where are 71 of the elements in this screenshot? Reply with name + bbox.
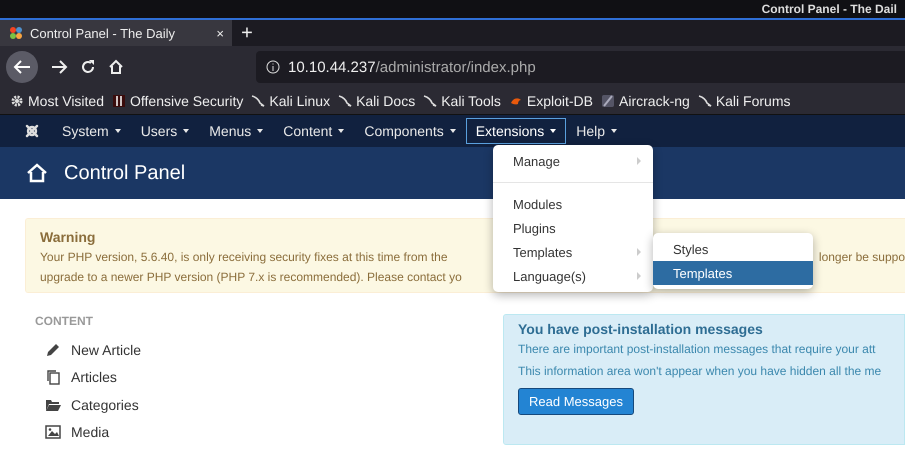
home-icon[interactable] <box>108 59 124 75</box>
dragon-icon <box>338 94 352 108</box>
submenu-arrow-icon <box>637 157 641 165</box>
bookmark-link[interactable]: Exploit-DB <box>508 93 594 109</box>
tab-title: Control Panel - The Daily <box>30 26 175 40</box>
bookmark-link[interactable]: Aircrack-ng <box>601 93 690 109</box>
menu-item[interactable]: Language(s) <box>493 264 653 288</box>
content-link[interactable]: Media <box>35 418 503 446</box>
warning-text: longer be suppo <box>818 249 905 266</box>
menu-item[interactable]: System <box>52 118 131 144</box>
caret-icon <box>338 129 344 133</box>
browser-tab[interactable]: Control Panel - The Daily × <box>0 20 232 46</box>
caret-icon <box>611 129 617 133</box>
joomla-logo-icon <box>8 25 24 41</box>
joomla-logo-icon <box>24 123 40 139</box>
bookmark-link[interactable]: Kali Forums <box>698 93 790 109</box>
image-icon <box>44 424 60 440</box>
close-icon[interactable]: × <box>216 26 224 40</box>
menu-item[interactable]: Menus <box>199 118 274 144</box>
menu-item[interactable]: Templates <box>493 240 653 264</box>
messages-text: This information area won't appear when you have hidden all the me <box>518 364 882 378</box>
menu-item[interactable]: Extensions <box>466 118 566 144</box>
menu-item[interactable]: Modules <box>493 192 653 216</box>
back-icon[interactable] <box>6 51 38 83</box>
bookmark-favicon-icon <box>601 94 616 108</box>
info-icon <box>266 60 280 74</box>
messages-title: You have post-installation messages <box>518 321 764 337</box>
section-heading: CONTENT <box>35 314 94 328</box>
home-icon <box>26 163 48 183</box>
copy-icon <box>44 369 60 386</box>
caret-icon <box>114 129 121 133</box>
warning-title: Warning <box>40 228 96 247</box>
page-title: Control Panel <box>64 162 186 184</box>
read-messages-button[interactable]: Read Messages <box>518 388 634 415</box>
menu-item[interactable]: Users <box>130 118 200 144</box>
warning-text: upgrade to a newer PHP version (PHP 7.x is recommended). Please contact yo <box>40 269 462 286</box>
menu-item[interactable]: Content <box>273 118 354 144</box>
bookmark-link[interactable]: Offensive Security <box>112 93 244 109</box>
gear-icon <box>10 94 24 108</box>
new-tab-icon[interactable]: + <box>232 20 262 46</box>
submenu-arrow-icon <box>637 272 641 280</box>
address-bar[interactable]: 10.10.44.237/administrator/index.php <box>256 51 905 83</box>
forward-icon[interactable] <box>50 59 68 75</box>
dragon-icon <box>423 94 438 108</box>
menu-item[interactable]: Styles <box>653 237 813 261</box>
bookmark-link[interactable]: Kali Docs <box>338 93 416 109</box>
content-link[interactable]: Articles <box>35 364 503 391</box>
dragon-icon <box>698 94 712 108</box>
menu-item[interactable]: Manage <box>493 149 653 173</box>
window-title: Control Panel - The Dail <box>762 2 897 16</box>
url-text: 10.10.44.237/administrator/index.php <box>288 58 536 76</box>
content-link[interactable]: Categories <box>35 391 503 418</box>
messages-text: There are important post-installation messages that require your att <box>518 342 877 356</box>
bookmark-link[interactable]: Kali Tools <box>423 93 501 109</box>
menu-item[interactable]: Help <box>566 118 627 144</box>
menu-item[interactable]: Plugins <box>493 216 653 240</box>
reload-icon[interactable] <box>80 59 96 75</box>
warning-text: Your PHP version, 5.6.40, is only receiving security fixes at this time from the <box>40 249 448 266</box>
content-link[interactable]: New Article <box>35 336 503 364</box>
bookmark-link[interactable]: Kali Linux <box>251 93 330 109</box>
menu-item[interactable]: Components <box>354 118 466 144</box>
submenu-arrow-icon <box>637 248 641 256</box>
bookmark-link[interactable]: Most Visited <box>10 93 104 109</box>
caret-icon <box>550 129 556 133</box>
dragon-icon <box>251 94 266 108</box>
pencil-icon <box>44 342 60 358</box>
caret-icon <box>450 129 456 133</box>
menu-item[interactable]: Templates <box>653 261 813 285</box>
caret-icon <box>183 129 190 133</box>
caret-icon <box>257 129 264 133</box>
bookmark-favicon-icon <box>112 94 126 108</box>
